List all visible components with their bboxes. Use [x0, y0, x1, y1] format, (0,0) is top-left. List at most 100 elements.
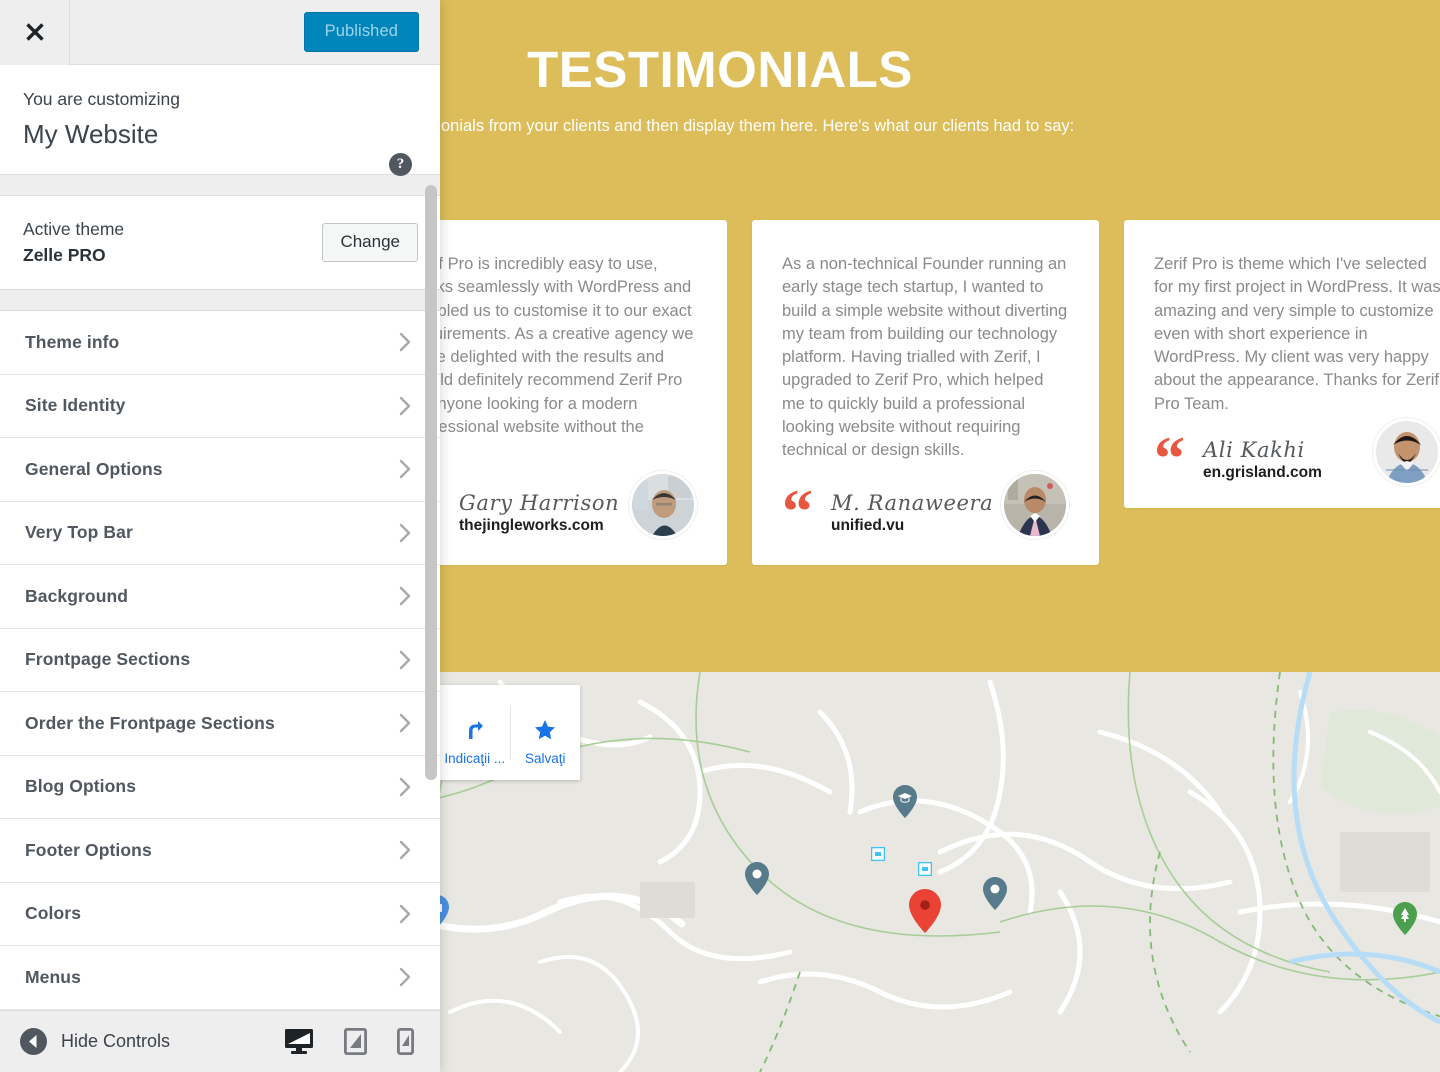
sidebar-item-site-identity[interactable]: Site Identity — [0, 374, 440, 439]
chevron-right-icon — [399, 396, 411, 416]
customizer-section-list: Theme info Site Identity General Options… — [0, 311, 440, 1010]
active-theme-row: Active theme Zelle PRO Change — [0, 195, 440, 291]
avatar — [1373, 417, 1440, 486]
directions-arrow-icon — [468, 720, 483, 739]
testimonials-section: TESTIMONIALS Get testimonials from your … — [440, 0, 1440, 672]
testimonial-text: As a non-technical Founder running an ea… — [782, 255, 1068, 459]
sidebar-item-label: Blog Options — [25, 776, 137, 797]
sidebar-item-label: Background — [25, 585, 129, 606]
sidebar-item-label: Very Top Bar — [25, 522, 133, 543]
active-theme-label: Active theme — [23, 218, 125, 239]
map-save-button[interactable]: Salvaţi — [511, 685, 581, 780]
testimonial-card[interactable]: Zerif Pro is theme which I've selected f… — [1124, 220, 1440, 508]
panel-divider — [0, 290, 440, 312]
sidebar-item-general-options[interactable]: General Options — [0, 438, 440, 502]
tablet-icon[interactable] — [344, 1028, 367, 1055]
star-icon — [535, 719, 556, 739]
testimonial-author-name: M. Ranaweera — [831, 490, 994, 515]
sidebar-item-label: Theme info — [25, 331, 120, 352]
sidebar-item-order-the-frontpage-sections[interactable]: Order the Frontpage Sections — [0, 692, 440, 756]
hide-controls-button[interactable]: Hide Controls — [20, 1028, 170, 1055]
chevron-right-icon — [399, 841, 411, 860]
testimonial-text: Zerif Pro is incredibly easy to use, wor… — [440, 255, 694, 436]
testimonial-footer: “ Ali Kakhi en.grisland.com — [1154, 416, 1440, 494]
map-pin-icon[interactable] — [745, 862, 769, 895]
testimonial-author-site: thejingleworks.com — [459, 517, 604, 534]
customizer-panel: You are customizing My Website ? Active … — [0, 65, 440, 1072]
transit-stop-icon[interactable] — [918, 862, 932, 876]
desktop-monitor-icon[interactable] — [284, 1028, 314, 1055]
map-save-label: Salvaţi — [524, 750, 566, 766]
avatar — [1001, 471, 1069, 539]
chevron-left-circle-icon — [20, 1028, 47, 1055]
testimonial-author-site: en.grisland.com — [1203, 463, 1322, 481]
transit-stop-icon[interactable] — [871, 847, 885, 861]
avatar — [629, 471, 697, 539]
customizer-footer: Hide Controls — [0, 1010, 440, 1072]
sidebar-item-very-top-bar[interactable]: Very Top Bar — [0, 501, 440, 566]
sidebar-item-label: Frontpage Sections — [25, 649, 191, 670]
customizing-info: You are customizing My Website ? — [0, 65, 440, 176]
sidebar-item-label: Site Identity — [25, 395, 126, 416]
sidebar-scrollbar-thumb[interactable] — [425, 185, 437, 780]
map-pin-icon[interactable] — [983, 877, 1007, 910]
quote-mark-icon: “ — [782, 478, 813, 547]
testimonials-header: TESTIMONIALS Get testimonials from your … — [440, 0, 1440, 136]
close-x-icon — [25, 23, 44, 41]
change-theme-button[interactable]: Change — [322, 223, 418, 263]
panel-divider — [0, 174, 440, 196]
testimonials-card-list: Zerif Pro is incredibly easy to use, wor… — [440, 220, 1440, 565]
device-preview-switcher — [284, 1028, 414, 1055]
sidebar-item-label: Colors — [25, 903, 82, 924]
close-customizer-button[interactable] — [0, 0, 70, 65]
testimonial-author-block: Gary Harrison thejingleworks.com — [459, 491, 619, 539]
map-pin-park-icon[interactable] — [1393, 902, 1417, 935]
testimonial-card[interactable]: As a non-technical Founder running an ea… — [752, 220, 1099, 565]
chevron-right-icon — [399, 968, 411, 987]
map-directions-button[interactable]: Indicaţii ... — [440, 685, 510, 780]
sidebar-item-theme-info[interactable]: Theme info — [0, 311, 440, 375]
sidebar-item-footer-options[interactable]: Footer Options — [0, 819, 440, 883]
customizer-scroll-area[interactable]: You are customizing My Website ? Active … — [0, 65, 440, 1010]
testimonial-author-name: Gary Harrison — [459, 490, 620, 515]
mobile-phone-icon[interactable] — [397, 1028, 414, 1055]
site-preview-frame[interactable]: TESTIMONIALS Get testimonials from your … — [440, 0, 1440, 1072]
active-theme-text: Active theme Zelle PRO — [23, 218, 124, 267]
testimonials-subtitle: Get testimonials from your clients and t… — [440, 117, 1075, 136]
sidebar-item-label: Order the Frontpage Sections — [25, 712, 275, 733]
customizer-sidebar: Published You are customizing My Website… — [0, 0, 440, 1072]
testimonial-card[interactable]: Zerif Pro is incredibly easy to use, wor… — [440, 220, 727, 565]
active-theme-name: Zelle PRO — [23, 244, 106, 265]
map-directions-label: Indicaţii ... — [444, 750, 506, 766]
quote-mark-icon: “ — [1154, 425, 1185, 494]
chevron-right-icon — [399, 460, 411, 479]
customizing-eyebrow: You are customizing — [23, 89, 180, 109]
map-pin-bag-icon[interactable] — [440, 895, 449, 928]
sidebar-item-blog-options[interactable]: Blog Options — [0, 755, 440, 820]
testimonial-author-block: Ali Kakhi en.grisland.com — [1203, 438, 1322, 486]
map-place-info-card[interactable]: Indicaţii ... Salvaţi — [440, 685, 580, 780]
sidebar-item-label: General Options — [25, 458, 163, 479]
chevron-right-icon — [399, 904, 411, 924]
map-canvas — [440, 672, 1440, 1072]
publish-button[interactable]: Published — [303, 12, 419, 52]
help-question-icon[interactable]: ? — [389, 153, 412, 176]
testimonial-footer: “ M. Ranaweera unified.vu — [782, 469, 1069, 547]
sidebar-item-frontpage-sections[interactable]: Frontpage Sections — [0, 628, 440, 693]
map-marker-address-icon[interactable] — [909, 889, 941, 933]
sidebar-item-menus[interactable]: Menus — [0, 946, 440, 1010]
testimonial-author-block: M. Ranaweera unified.vu — [831, 491, 993, 539]
google-map-section[interactable]: Al Mare Pizzeria & Grillroom Salon de în… — [440, 672, 1440, 1072]
testimonial-author-name: Ali Kakhi — [1203, 437, 1305, 462]
chevron-right-icon — [399, 650, 411, 670]
map-pin-school-icon[interactable] — [893, 785, 917, 818]
chevron-right-icon — [399, 587, 411, 606]
sidebar-item-colors[interactable]: Colors — [0, 882, 440, 947]
sidebar-item-label: Footer Options — [25, 839, 152, 860]
site-title: My Website — [23, 118, 159, 149]
chevron-right-icon — [399, 777, 411, 797]
testimonial-footer: “ Gary Harrison thejingleworks.com — [440, 469, 697, 543]
customizer-topbar: Published — [0, 0, 440, 65]
sidebar-item-background[interactable]: Background — [0, 565, 440, 629]
chevron-right-icon — [399, 333, 411, 352]
